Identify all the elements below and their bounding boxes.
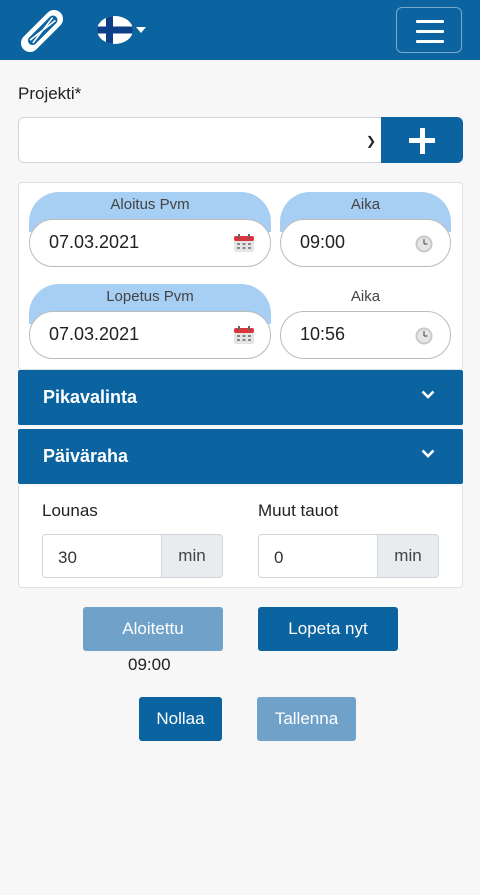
- end-date-value: 07.03.2021: [49, 324, 140, 344]
- start-date-field[interactable]: 07.03.2021: [29, 219, 271, 267]
- started-button[interactable]: Aloitettu: [83, 607, 223, 651]
- reset-button[interactable]: Nollaa: [139, 697, 222, 741]
- project-label: Projekti*: [18, 84, 82, 103]
- top-navbar: [0, 0, 480, 60]
- start-time-value: 09:00: [300, 232, 346, 252]
- calendar-icon: [234, 234, 254, 252]
- accordion-paivaraha-label: Päiväraha: [43, 446, 129, 466]
- accordion-paivaraha[interactable]: Päiväraha: [18, 429, 463, 484]
- accordion-pikavalinta-label: Pikavalinta: [43, 387, 138, 407]
- hamburger-icon: [416, 20, 444, 23]
- project-select[interactable]: ❯: [18, 117, 382, 163]
- other-breaks-value: 0: [274, 548, 284, 567]
- other-breaks-label: Muut tauot: [258, 501, 339, 520]
- end-date-field[interactable]: 07.03.2021: [29, 311, 271, 359]
- end-time-field[interactable]: 10:56: [280, 311, 451, 359]
- chevron-down-icon: [421, 390, 435, 399]
- accordion-pikavalinta[interactable]: Pikavalinta: [18, 370, 463, 425]
- chevron-down-icon: [421, 449, 435, 458]
- lunch-input[interactable]: 30: [42, 534, 162, 578]
- other-breaks-input[interactable]: 0: [258, 534, 378, 578]
- start-time-field[interactable]: 09:00: [280, 219, 451, 267]
- app-logo-icon[interactable]: [18, 8, 66, 54]
- clock-icon: [415, 327, 433, 345]
- finland-flag-icon[interactable]: [97, 16, 133, 44]
- started-time: 09:00: [128, 655, 171, 674]
- chevron-down-icon: ❯: [365, 134, 376, 148]
- other-breaks-unit: min: [378, 534, 439, 578]
- save-button[interactable]: Tallenna: [257, 697, 356, 741]
- calendar-icon: [234, 326, 254, 344]
- end-time-value: 10:56: [300, 324, 346, 344]
- language-dropdown-caret-icon[interactable]: [136, 27, 146, 33]
- clock-icon: [415, 235, 433, 253]
- start-date-value: 07.03.2021: [49, 232, 140, 252]
- lunch-value: 30: [58, 548, 77, 567]
- add-project-button[interactable]: [381, 117, 463, 163]
- menu-toggle-button[interactable]: [396, 7, 462, 53]
- lunch-unit: min: [162, 534, 223, 578]
- stop-now-button[interactable]: Lopeta nyt: [258, 607, 398, 651]
- end-time-label: Aika: [350, 288, 381, 305]
- lunch-label: Lounas: [42, 501, 98, 520]
